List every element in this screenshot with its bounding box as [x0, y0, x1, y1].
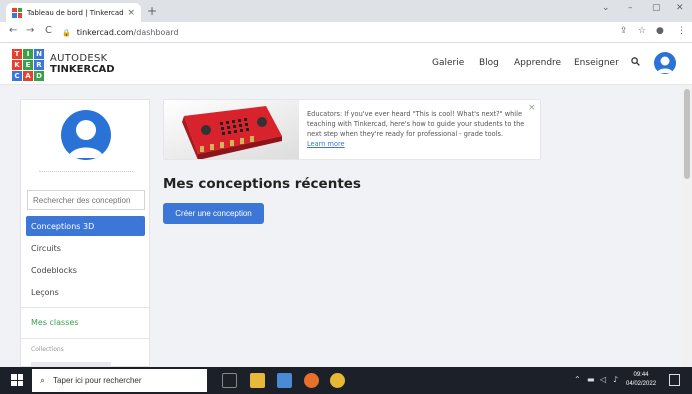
- maximize-button[interactable]: ▢: [652, 3, 661, 13]
- tab-title: Tableau de bord | Tinkercad: [27, 8, 124, 17]
- windows-taskbar: ⌕ Taper ici pour rechercher ⌃ ▬ ◁ ♪ 09:4…: [0, 367, 692, 394]
- learn-more-link[interactable]: Learn more: [307, 140, 345, 148]
- logo-letter: K: [12, 60, 22, 70]
- new-tab-button[interactable]: +: [147, 4, 157, 18]
- browser-toolbar: ← → C 🔒 tinkercad.com/dashboard ⇪ ☆ ● ⋮: [0, 22, 692, 43]
- profile-avatar[interactable]: [61, 110, 111, 160]
- user-icon: [657, 56, 673, 73]
- logo-letter: D: [34, 71, 44, 81]
- browser-tab[interactable]: Tableau de bord | Tinkercad ×: [6, 3, 141, 22]
- volume-icon[interactable]: ◁: [600, 375, 606, 384]
- close-window-button[interactable]: ✕: [676, 3, 684, 13]
- brand-tinkercad: TINKERCAD: [50, 64, 115, 75]
- design-search-input[interactable]: [27, 190, 145, 210]
- sidebar-item-lessons[interactable]: Leçons: [26, 282, 145, 302]
- tinkercad-favicon-icon: [12, 7, 22, 18]
- sidebar-item-codeblocks[interactable]: Codeblocks: [26, 260, 145, 280]
- page-scrollbar[interactable]: [682, 85, 692, 367]
- forward-button[interactable]: →: [26, 25, 34, 36]
- lock-icon: 🔒: [62, 28, 71, 37]
- chrome-icon[interactable]: [330, 373, 345, 388]
- sidebar-item-circuits[interactable]: Circuits: [26, 238, 145, 258]
- logo-letter: R: [34, 60, 44, 70]
- sidebar-divider: [21, 338, 149, 339]
- educators-banner: Educators: If you've ever heard "This is…: [163, 99, 541, 160]
- speaker-icon[interactable]: ♪: [613, 375, 618, 384]
- banner-text: Educators: If you've ever heard "This is…: [307, 110, 525, 138]
- tinkercad-logo[interactable]: T I N K E R C A D: [12, 49, 44, 81]
- app-icon[interactable]: [277, 373, 292, 388]
- notification-icon[interactable]: [669, 374, 680, 386]
- recent-designs-heading: Mes conceptions récentes: [163, 176, 361, 192]
- user-icon: [68, 120, 104, 158]
- nav-apprendre[interactable]: Apprendre: [514, 58, 561, 68]
- logo-letter: T: [12, 49, 22, 59]
- bookmark-star-icon[interactable]: ☆: [638, 26, 646, 36]
- tab-search-icon[interactable]: ⌄: [602, 3, 610, 13]
- tab-close-icon[interactable]: ×: [127, 8, 135, 18]
- nav-galerie[interactable]: Galerie: [432, 58, 464, 68]
- collections-heading: Collections: [31, 346, 64, 353]
- sidebar: Conceptions 3D Circuits Codeblocks Leçon…: [20, 99, 150, 367]
- create-design-button[interactable]: Créer une conception: [163, 203, 264, 224]
- nav-enseigner[interactable]: Enseigner: [574, 58, 619, 68]
- firefox-icon[interactable]: [304, 373, 319, 388]
- profile-name-placeholder: [39, 166, 133, 172]
- brand-autodesk: AUTODESK: [50, 53, 108, 64]
- taskbar-search-text: Taper ici pour rechercher: [53, 376, 142, 385]
- network-icon[interactable]: ▬: [587, 375, 595, 384]
- nav-blog[interactable]: Blog: [479, 58, 499, 68]
- windows-start-icon[interactable]: [11, 374, 23, 386]
- taskbar-search[interactable]: ⌕ Taper ici pour rechercher: [32, 369, 207, 392]
- banner-close-icon[interactable]: ×: [528, 103, 536, 113]
- address-bar[interactable]: 🔒 tinkercad.com/dashboard: [62, 25, 612, 40]
- url-domain: tinkercad.com: [76, 28, 134, 37]
- sidebar-divider: [21, 307, 149, 308]
- taskbar-clock[interactable]: 09:44 04/02/2022: [626, 371, 656, 389]
- logo-letter: I: [23, 49, 33, 59]
- task-view-icon[interactable]: [222, 373, 237, 388]
- tray-chevron-icon[interactable]: ⌃: [574, 375, 581, 384]
- reload-button[interactable]: C: [45, 25, 52, 36]
- user-avatar[interactable]: [654, 52, 676, 74]
- search-icon: ⌕: [40, 375, 46, 386]
- site-header: T I N K E R C A D AUTODESK TINKERCAD Gal…: [0, 43, 692, 85]
- brand-name[interactable]: AUTODESK TINKERCAD: [50, 53, 115, 75]
- logo-letter: A: [23, 71, 33, 81]
- browser-tab-strip: Tableau de bord | Tinkercad × + ⌄ – ▢ ✕: [0, 0, 692, 22]
- minimize-button[interactable]: –: [628, 3, 633, 13]
- file-explorer-icon[interactable]: [250, 373, 265, 388]
- microbit-illustration-icon: [182, 106, 282, 159]
- back-button[interactable]: ←: [9, 25, 17, 36]
- url-path: /dashboard: [133, 28, 179, 37]
- sidebar-item-classes[interactable]: Mes classes: [31, 318, 78, 327]
- url-text: tinkercad.com/dashboard: [77, 28, 179, 37]
- menu-kebab-icon[interactable]: ⋮: [677, 26, 686, 36]
- microbit-image: [164, 100, 299, 159]
- search-icon[interactable]: [631, 57, 640, 66]
- sidebar-item-3d-designs[interactable]: Conceptions 3D: [26, 216, 145, 236]
- share-icon[interactable]: ⇪: [620, 26, 628, 36]
- clock-date: 04/02/2022: [626, 381, 657, 387]
- logo-letter: E: [23, 60, 33, 70]
- logo-letter: N: [34, 49, 44, 59]
- scrollbar-thumb[interactable]: [684, 89, 690, 179]
- clock-time: 09:44: [633, 372, 649, 378]
- logo-letter: C: [12, 71, 22, 81]
- profile-icon[interactable]: ●: [656, 26, 664, 36]
